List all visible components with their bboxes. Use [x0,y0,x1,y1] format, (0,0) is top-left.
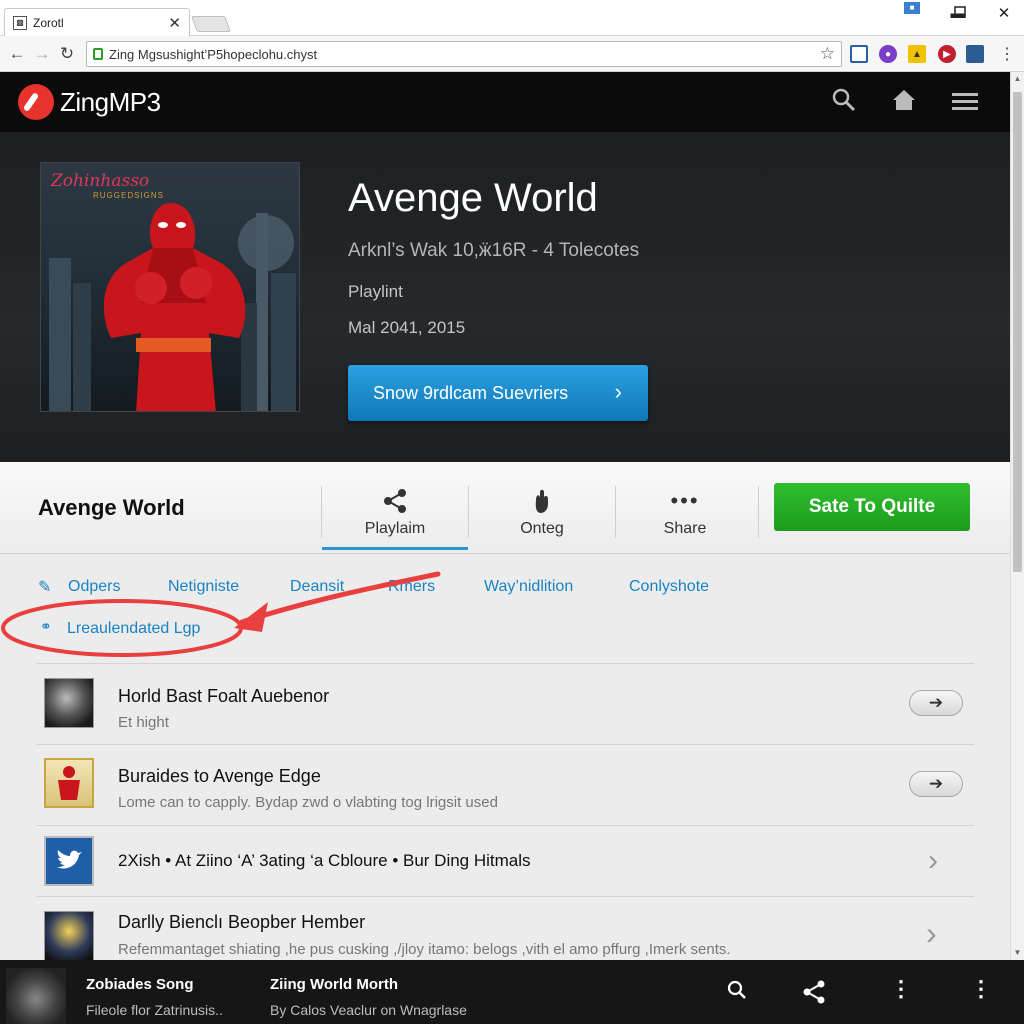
home-icon[interactable] [892,88,916,112]
more-vertical-icon[interactable]: ⋮ [970,976,992,1002]
more-vertical-icon[interactable]: ⋮ [890,976,912,1002]
forward-button[interactable]: → [31,42,53,66]
page-icon: ▩ [13,15,27,30]
url-text: Zing Mgsushight’P5hopeclohu.chyst [109,46,318,62]
browser-menu-icon[interactable]: ⋮ [996,42,1018,66]
scroll-up-icon[interactable]: ▲ [1011,72,1024,86]
extension-play-icon[interactable]: ▶ [938,45,956,63]
share-icon[interactable] [802,980,826,1004]
extension-square-icon[interactable] [850,45,868,63]
player-track1-subtitle: Fileole flor Zatrinusis.. [86,1002,223,1018]
player-track2-subtitle: By Calos Veaclur on Wnagrlase [270,1002,467,1018]
lock-icon [93,48,103,60]
link-conlyshote[interactable]: Conlyshote [629,578,709,596]
extension-warning-icon[interactable]: ▲ [908,45,926,63]
close-tab-icon[interactable]: ✕ [168,14,181,32]
search-icon[interactable] [727,980,747,1002]
cover-subtitle-text: RUGGEDSIGNS [93,191,165,200]
player-track1-title[interactable]: Zobiades Song [86,976,194,993]
playlist-title: Avenge World [348,176,598,220]
arrow-right-icon[interactable]: ➔ [909,690,963,716]
cover-title-text: Zohinhasso [51,171,150,191]
tab-share[interactable]: ••• Share [612,486,758,550]
share-icon [384,489,406,513]
search-icon[interactable] [832,88,856,114]
playlist-content: ✎ Odpers Netigniste Deansit Rmers Way’ni… [0,554,1010,961]
playlist-type: Playlint [348,282,403,301]
player-bar: Zobiades Song Fileole flor Zatrinusis.. … [0,960,1024,1024]
list-item[interactable]: Horld Bast Foalt Auebenor Et hight ➔ [36,663,974,744]
reload-button[interactable]: ↻ [56,42,78,66]
hand-icon [535,489,548,513]
tab-playlist[interactable]: Playlaim [322,486,468,550]
link-waynidlition[interactable]: Way’nidlition [484,578,573,596]
track-subtitle: Lome can to capply. Bydap zwd o vlabting… [118,794,498,811]
address-bar[interactable]: Zing Mgsushight’P5hopeclohu.chyst ☆ [86,41,842,67]
list-item[interactable]: Darlly Bienclı Beopber Hember Refemmanta… [36,896,974,961]
track-thumbnail [44,758,94,808]
tab-share-label: Share [663,520,707,537]
playlist-date: Mal 2041, 2015 [348,318,466,337]
hero-cta-label: Snow 9rdlcam Suevriers [373,382,569,403]
maximize-icon [954,6,966,18]
tab-title: Zorotl [33,15,64,30]
annotation-overlay [1,571,441,657]
tab-onteg[interactable]: Onteg [469,486,615,550]
list-item[interactable]: 2Xish • At Ziino ‘A’ 3ating ‘a Cbloure •… [36,825,974,896]
divider [758,486,759,538]
tab-onteg-label: Onteg [520,520,564,537]
site-logo[interactable]: ZingMP3 [18,84,161,120]
track-subtitle: Refemmantaget shiating ,he pus cusking ,… [118,941,731,958]
list-item[interactable]: Buraides to Avenge Edge Lome can to capp… [36,744,974,825]
extension-circle-icon[interactable]: ● [879,45,897,63]
playlist-cover-image[interactable]: Zohinhasso RUGGEDSIGNS [40,162,300,412]
chevron-right-icon[interactable]: › [928,844,938,878]
extension-monitor-icon[interactable] [966,45,984,63]
twitter-icon [44,836,94,886]
logo-icon [18,84,54,120]
browser-window: ▩ Zorotl ✕ ■ ▬ ✕ ← → ↻ Zing Mgsushight’P… [0,0,1024,1024]
browser-toolbar: ← → ↻ Zing Mgsushight’P5hopeclohu.chyst … [0,36,1024,72]
new-tab-button[interactable] [191,16,231,32]
profile-icon[interactable]: ■ [904,2,920,14]
track-title: Darlly Bienclı Beopber Hember [118,912,366,932]
menu-icon[interactable] [952,92,978,112]
track-title: Horld Bast Foalt Auebenor [118,686,330,706]
bookmark-star-icon[interactable]: ☆ [820,44,835,64]
back-button[interactable]: ← [6,42,28,66]
close-window-button[interactable]: ✕ [984,2,1024,24]
playlist-hero: Zohinhasso RUGGEDSIGNS Avenge World Arkn… [0,132,1024,462]
brand-name: ZingMP3 [60,86,161,117]
now-playing-art[interactable] [6,968,66,1024]
track-thumbnail [44,911,94,961]
playlist-meta: Arknl’s Wak 10,ӝ16R - 4 Tolecotes [348,240,640,261]
track-links[interactable]: 2Xish • At Ziino ‘A’ 3ating ‘a Cbloure •… [118,851,531,871]
arrow-right-icon[interactable]: ➔ [909,771,963,797]
cover-art [49,203,296,411]
browser-tab[interactable]: ▩ Zorotl ✕ [4,8,190,36]
chevron-right-icon[interactable]: › [926,915,937,952]
action-bar-title: Avenge World [38,495,185,520]
player-track2-title[interactable]: Ziing World Morth [270,976,398,993]
hero-figure-icon [58,766,80,800]
tab-bar: ▩ Zorotl ✕ ■ ▬ ✕ [0,0,1024,36]
action-bar: Avenge World Playlaim Onteg ••• Share Sa… [0,462,1010,554]
scroll-thumb[interactable] [1013,92,1022,572]
maximize-button[interactable] [940,1,980,23]
track-thumbnail [44,678,94,728]
scroll-down-icon[interactable]: ▼ [1011,946,1024,960]
site-header: ZingMP3 [0,72,1024,132]
hero-cta-button[interactable]: Snow 9rdlcam Suevriers › [348,365,648,421]
track-subtitle: Et hight [118,714,169,731]
save-to-queue-button[interactable]: Sate To Quilte [774,483,970,531]
more-icon: ••• [670,488,700,513]
page-scrollbar[interactable]: ▲ ▼ [1010,72,1024,960]
track-title: Buraides to Avenge Edge [118,766,321,786]
chevron-right-icon: › [614,379,622,404]
tab-playlist-label: Playlaim [364,520,426,537]
